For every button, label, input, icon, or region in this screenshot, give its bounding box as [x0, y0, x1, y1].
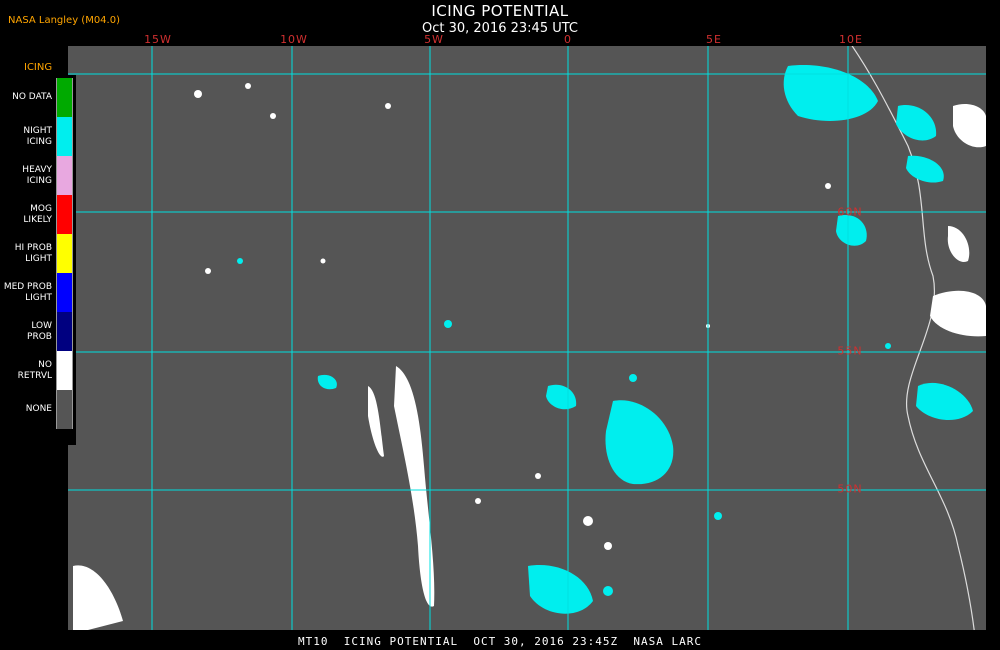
- legend-label: HI PROB LIGHT: [14, 242, 52, 264]
- footer-caption: MT10 ICING POTENTIAL OCT 30, 2016 23:45Z…: [298, 635, 702, 648]
- legend-item-no-data: NO DATA: [0, 78, 76, 117]
- lat-lon-grid: [68, 46, 986, 630]
- legend-label: HEAVY ICING: [22, 164, 52, 186]
- legend-item-low-prob: LOW PROB: [0, 312, 76, 351]
- legend-item-heavy-icing: HEAVY ICING: [0, 156, 76, 195]
- page-title: ICING POTENTIAL: [431, 2, 569, 20]
- legend-swatch: [56, 351, 73, 390]
- legend-label: NO DATA: [12, 92, 52, 102]
- legend-title: ICING: [24, 62, 53, 73]
- legend-swatch: [56, 312, 73, 351]
- icing-map[interactable]: [68, 46, 986, 630]
- night-icing-areas: [237, 65, 973, 614]
- legend-swatch: [56, 273, 73, 312]
- lat-label-55n: 55N: [837, 344, 863, 358]
- lat-label-60n: 60N: [837, 205, 863, 219]
- legend-swatch: [56, 234, 73, 273]
- legend-swatch: [56, 195, 73, 234]
- legend-swatch: [56, 390, 73, 429]
- legend-label: MED PROB LIGHT: [3, 281, 52, 303]
- lon-label-5w: 5W: [424, 33, 444, 46]
- lon-label-5e: 5E: [706, 33, 722, 46]
- legend-item-no-retrvl: NO RETRVL: [0, 351, 76, 390]
- legend-items: NO DATA NIGHT ICING HEAVY ICING MOG LIKE…: [0, 78, 76, 429]
- map-canvas: [68, 46, 986, 630]
- lon-label-0: 0: [564, 33, 572, 46]
- legend-swatch: [56, 117, 73, 156]
- legend-swatch: [56, 78, 73, 117]
- lat-label-50n: 50N: [837, 482, 863, 496]
- legend-item-hi-prob-light: HI PROB LIGHT: [0, 234, 76, 273]
- legend-item-none: NONE: [0, 390, 76, 429]
- legend-label: NIGHT ICING: [23, 125, 52, 147]
- legend-item-night-icing: NIGHT ICING: [0, 117, 76, 156]
- legend-item-mog-likely: MOG LIKELY: [0, 195, 76, 234]
- legend-item-med-prob-light: MED PROB LIGHT: [0, 273, 76, 312]
- lon-label-10w: 10W: [280, 33, 308, 46]
- lon-label-10e: 10E: [839, 33, 863, 46]
- legend-label: NONE: [25, 404, 52, 414]
- legend-label: NO RETRVL: [17, 359, 52, 381]
- legend-label: LOW PROB: [27, 320, 52, 342]
- legend-label: MOG LIKELY: [23, 203, 52, 225]
- legend-swatch: [56, 156, 73, 195]
- lon-label-15w: 15W: [144, 33, 172, 46]
